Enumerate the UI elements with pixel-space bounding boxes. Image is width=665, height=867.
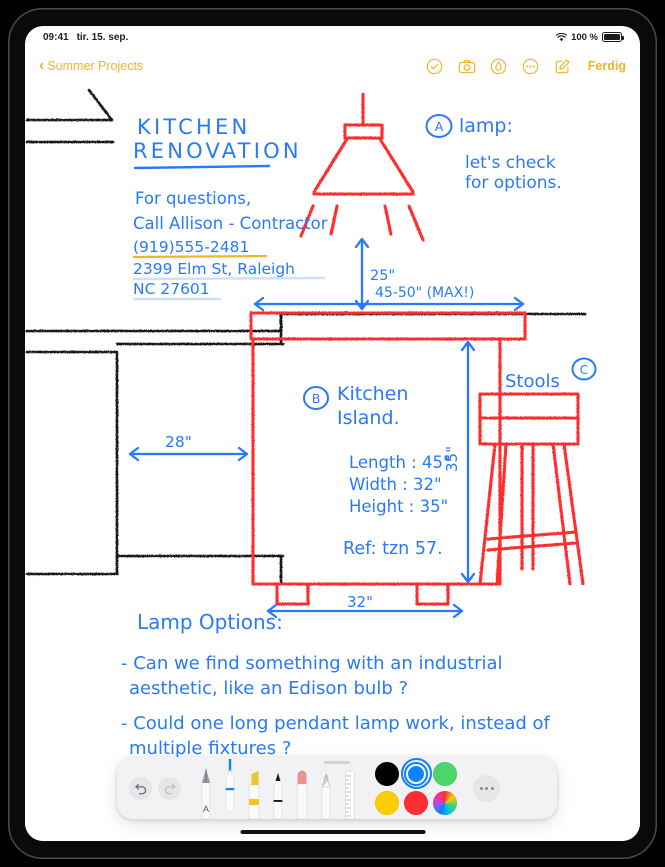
address-underline-1 [132, 276, 326, 281]
eraser-tool[interactable] [291, 767, 313, 819]
island-height: Height : 35" [349, 497, 448, 516]
dim-gap: 28" [165, 433, 192, 451]
title-line-2: RENOVATION [133, 139, 302, 163]
undo-button[interactable] [129, 776, 152, 800]
wifi-icon [556, 32, 568, 42]
handwritten-drawing: KITCHEN RENOVATION For questions, Call A… [25, 88, 597, 794]
island-width: Width : 32" [349, 475, 442, 494]
lamp-label: lamp: [459, 115, 513, 137]
redo-button[interactable] [158, 776, 181, 800]
dim-island-height: 35" [443, 446, 461, 472]
navigation-bar: ‹ Summer Projects Ferdig [25, 48, 640, 84]
tag-a-letter: A [435, 119, 444, 134]
status-bar: 09:41 tir. 15. sep. 100 % [25, 26, 640, 48]
lamp-options-heading: Lamp Options: [137, 610, 283, 634]
color-swatch-yellow[interactable] [375, 790, 399, 815]
color-swatch-black[interactable] [375, 761, 399, 786]
note-canvas[interactable]: KITCHEN RENOVATION For questions, Call A… [25, 84, 640, 841]
ellipsis-circle-icon[interactable] [522, 58, 539, 75]
note-toolbar: Ferdig [426, 58, 626, 75]
island-length: Length : 45" [349, 453, 451, 472]
svg-text:A: A [203, 804, 209, 814]
lamp-option-line-4: multiple fixtures ? [129, 738, 291, 759]
color-swatch-green[interactable] [433, 761, 457, 786]
status-time: 09:41 [43, 31, 69, 43]
ipad-device: 09:41 tir. 15. sep. 100 % ‹ Summer Proje… [0, 0, 665, 867]
back-button[interactable]: ‹ Summer Projects [39, 56, 144, 74]
dim-counter-span: 45-50" (MAX!) [375, 285, 474, 301]
markup-tool-palette[interactable]: A [117, 757, 557, 819]
checkmark-circle-icon[interactable] [426, 58, 443, 75]
highlighter-tool[interactable] [243, 767, 265, 819]
phone-highlight-underline [132, 254, 268, 259]
annotation-stools: Stools C [505, 357, 597, 392]
dim-lamp-drop: 25" [370, 268, 395, 284]
tool-group: A [195, 757, 361, 819]
ellipsis-dot [479, 786, 483, 790]
tag-c-letter: C [580, 363, 588, 377]
annotation-island: B Kitchen Island. Length : 45" Width : 3… [303, 383, 451, 559]
markup-pen-circle-icon[interactable] [490, 58, 507, 75]
contact-address-1: 2399 Elm St, Raleigh [133, 260, 295, 278]
title-line-1: KITCHEN [137, 115, 250, 139]
stools-label: Stools [505, 371, 560, 392]
compose-icon[interactable] [554, 58, 571, 75]
undo-redo-group [117, 776, 181, 800]
color-swatch-grid [375, 758, 457, 815]
scribble-tool[interactable]: A [195, 767, 217, 819]
back-button-label: Summer Projects [47, 59, 144, 73]
lamp-option-line-3: - Could one long pendant lamp work, inst… [121, 713, 551, 734]
tag-b-letter: B [312, 391, 321, 406]
stool-sketch [478, 392, 585, 586]
contact-address-2: NC 27601 [133, 280, 210, 298]
drag-handle[interactable] [324, 761, 350, 764]
color-swatch-red[interactable] [404, 790, 428, 815]
island-label-2: Island. [337, 407, 400, 429]
status-date: tir. 15. sep. [76, 31, 129, 43]
contact-block: For questions, Call Allison - Contractor… [132, 189, 328, 301]
palette-more-group [473, 774, 500, 802]
island-ref: Ref: tzn 57. [343, 539, 443, 559]
lamp-note-line-2: for options. [465, 173, 562, 193]
done-button[interactable]: Ferdig [588, 59, 626, 73]
lamp-option-line-1: - Can we find something with an industri… [121, 653, 503, 674]
contact-line-1: For questions, [135, 189, 251, 208]
contact-line-2: Call Allison - Contractor [133, 214, 328, 233]
ellipsis-dot [485, 786, 488, 790]
dimension-labels: 25" 45-50" (MAX!) 28" 35" 32" [165, 268, 474, 611]
battery-full-icon [602, 32, 624, 42]
screen: 09:41 tir. 15. sep. 100 % ‹ Summer Proje… [25, 26, 640, 841]
ellipsis-dot [490, 786, 494, 790]
lamp-option-line-2: aesthetic, like an Edison bulb ? [129, 678, 408, 699]
lamp-note-line-1: let's check [465, 153, 556, 173]
note-title: KITCHEN RENOVATION [133, 115, 302, 170]
annotation-lamp: A lamp: let's check for options. [425, 114, 562, 193]
ruler-tool[interactable] [339, 767, 361, 819]
marker-tool[interactable] [267, 767, 289, 819]
chevron-left-icon: ‹ [39, 56, 45, 74]
battery-percent: 100 % [571, 31, 598, 43]
camera-icon[interactable] [458, 58, 476, 75]
title-underline [133, 164, 271, 170]
pen-tool[interactable] [219, 759, 241, 811]
more-options-button[interactable] [473, 774, 500, 802]
dim-island-base-width: 32" [347, 593, 373, 611]
color-swatch-blue[interactable] [400, 758, 432, 789]
island-label-1: Kitchen [337, 383, 408, 405]
home-indicator[interactable] [240, 829, 425, 834]
contact-phone: (919)555-2481 [133, 238, 249, 256]
color-wheel-swatch[interactable] [433, 790, 457, 815]
pencil-tool[interactable] [315, 767, 337, 819]
